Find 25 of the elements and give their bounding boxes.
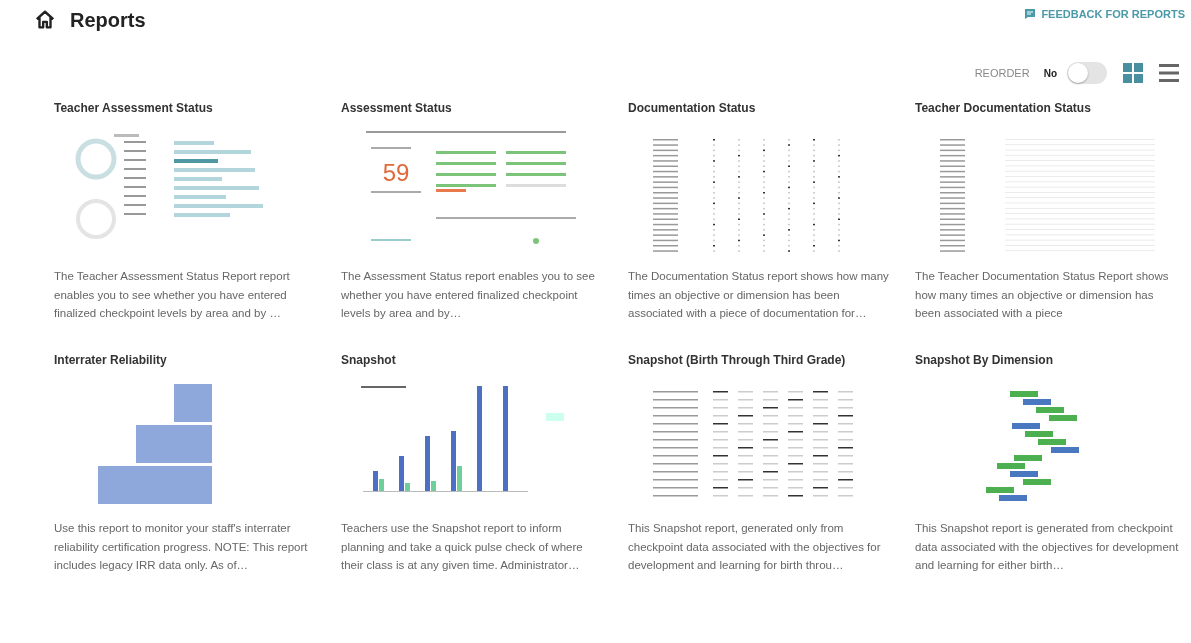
list-view-button[interactable] (1159, 63, 1179, 83)
toggle-state-label: No (1043, 67, 1057, 79)
report-title[interactable]: Snapshot (Birth Through Third Grade) (628, 353, 893, 369)
report-description: This Snapshot report, generated only from checkpoint data associated with the objectives for development and learning for birth throu… (628, 521, 882, 573)
score-number: 59 (382, 159, 410, 186)
report-title[interactable]: Assessment Status (341, 101, 606, 117)
report-title[interactable]: Teacher Assessment Status (54, 101, 319, 117)
home-icon[interactable] (34, 9, 56, 31)
report-description: Use this report to monitor your staff's interrater reliability certification progress. NOTE: This report includes legacy IRR data only. As of… (54, 521, 309, 573)
report-title[interactable]: Interrater Reliability (54, 353, 319, 369)
comment-icon (1024, 8, 1037, 20)
report-title[interactable]: Teacher Documentation Status (915, 101, 1180, 117)
report-description: This Snapshot report is generated from checkpoint data associated with the objectives for development and learning for either birth… (915, 521, 1180, 573)
report-description: The Documentation Status report shows how many times an objective or dimension has been associated with a piece of documentation for… (628, 269, 890, 321)
reorder-label: REORDER (974, 67, 1030, 79)
grid-view-button[interactable] (1123, 63, 1143, 83)
report-description: The Teacher Assessment Status Report report enables you to see whether you have entered finalized checkpoint levels by area and by … (54, 269, 291, 321)
reorder-toggle[interactable] (1067, 62, 1107, 84)
report-title[interactable]: Documentation Status (628, 101, 893, 117)
report-title[interactable]: Snapshot (341, 353, 606, 369)
page-title: Reports (70, 8, 146, 32)
report-description: The Teacher Documentation Status Report shows how many times an objective or dimension has been associated with a piece (915, 269, 1170, 321)
report-description: Teachers use the Snapshot report to inform planning and take a quick pulse check of where their class is at any given time. Administrator… (341, 521, 584, 573)
report-description: The Assessment Status report enables you to see whether you have entered finalized checkpoint levels by area and by… (341, 269, 596, 321)
report-title[interactable]: Snapshot By Dimension (915, 353, 1180, 369)
